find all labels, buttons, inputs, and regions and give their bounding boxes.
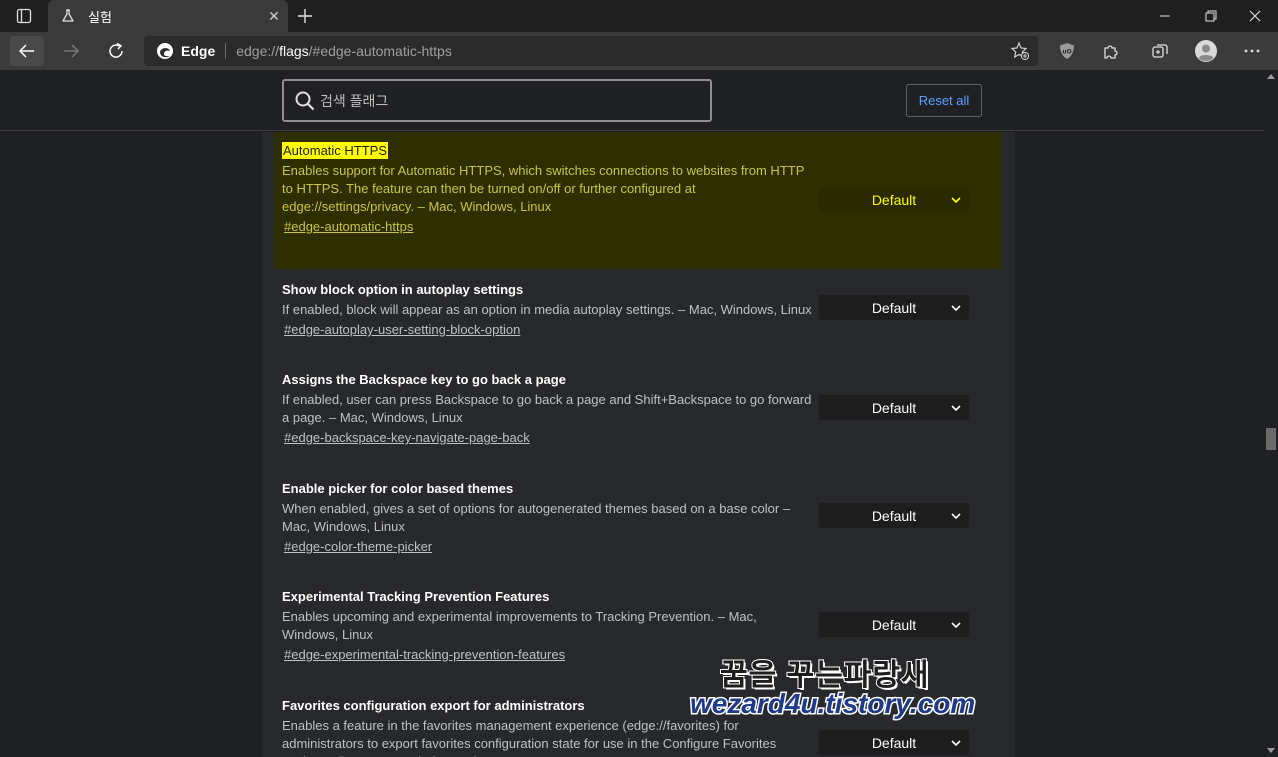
flag-item-backspace-nav: Assigns the Backspace key to go back a p… — [274, 361, 1002, 447]
settings-menu-button[interactable] — [1235, 36, 1269, 66]
chevron-down-icon — [951, 405, 961, 412]
flag-state-select[interactable]: Default — [819, 187, 969, 212]
flag-description: Enables upcoming and experimental improv… — [282, 609, 757, 642]
flag-name: Enable picker for color based themes — [282, 481, 514, 496]
scroll-up-arrow-icon[interactable] — [1267, 74, 1275, 79]
flag-anchor-link[interactable]: #edge-backspace-key-navigate-page-back — [284, 430, 530, 445]
flag-anchor-link[interactable]: #edge-automatic-https — [284, 219, 413, 234]
flag-state-select[interactable]: Default — [819, 612, 969, 637]
flag-state-select[interactable]: Default — [819, 730, 969, 755]
tab-actions-button[interactable] — [0, 0, 48, 32]
scroll-down-arrow-icon[interactable] — [1267, 748, 1275, 753]
flag-name: Automatic HTTPS — [282, 142, 389, 159]
flag-state-value: Default — [871, 299, 917, 316]
flags-search-header: Reset all — [0, 70, 1264, 131]
chevron-down-icon — [951, 305, 961, 312]
chevron-down-icon — [951, 513, 961, 520]
flag-name: Favorites configuration export for admin… — [282, 698, 585, 713]
flag-item-color-theme-picker: Enable picker for color based themes Whe… — [274, 470, 1002, 556]
search-icon — [295, 91, 315, 110]
back-button[interactable] — [10, 36, 44, 66]
flag-description: When enabled, gives a set of options for… — [282, 501, 791, 534]
flag-state-select[interactable]: Default — [819, 295, 969, 320]
tab-actions-icon — [16, 8, 32, 24]
flag-item-autoplay-block: Show block option in autoplay settings I… — [274, 271, 1002, 339]
forward-button[interactable] — [54, 36, 88, 66]
edge-logo-icon — [157, 43, 173, 59]
restore-button[interactable] — [1188, 0, 1234, 32]
shield-icon: uO — [1060, 43, 1074, 59]
flags-page: Reset all Automatic HTTPS Enables suppor… — [0, 70, 1264, 757]
flag-name: Show block option in autoplay settings — [282, 282, 524, 297]
refresh-icon — [109, 42, 123, 58]
chevron-down-icon — [951, 197, 961, 204]
flag-anchor-link[interactable]: #edge-color-theme-picker — [284, 539, 432, 554]
flag-state-value: Default — [871, 399, 917, 416]
watermark: 꿈을 꾸는파랑새 wezard4u.tistory.com — [688, 650, 976, 730]
flag-state-value: Default — [871, 507, 917, 524]
address-separator — [225, 43, 227, 59]
collections-button[interactable] — [1143, 36, 1177, 66]
tab-bar: 실험 ✕ — [0, 0, 1278, 32]
minimize-icon — [1160, 15, 1170, 17]
plus-icon — [298, 9, 312, 23]
collections-icon — [1152, 44, 1168, 58]
minimize-button[interactable] — [1142, 0, 1188, 32]
restore-icon — [1205, 10, 1217, 22]
flag-item-automatic-https: Automatic HTTPS Enables support for Auto… — [274, 132, 1002, 269]
arrow-right-icon — [64, 44, 80, 58]
chevron-down-icon — [951, 622, 961, 629]
flag-description: Enables support for Automatic HTTPS, whi… — [282, 163, 805, 214]
watermark-site-text: wezard4u.tistory.com — [688, 687, 976, 721]
close-tab-icon[interactable]: ✕ — [260, 2, 288, 30]
profile-button[interactable] — [1189, 36, 1223, 66]
flag-name: Assigns the Backspace key to go back a p… — [282, 372, 566, 387]
url-prefix: edge:// — [236, 43, 280, 59]
flag-state-value: Default — [871, 734, 917, 751]
scrollbar-thumb[interactable] — [1266, 428, 1276, 450]
url-host: flags — [279, 43, 309, 59]
flag-description: If enabled, block will appear as an opti… — [282, 302, 812, 317]
flag-name: Experimental Tracking Prevention Feature… — [282, 589, 550, 604]
flag-state-select[interactable]: Default — [819, 395, 969, 420]
reload-button[interactable] — [99, 36, 133, 66]
chevron-down-icon — [951, 740, 961, 747]
close-window-button[interactable] — [1232, 0, 1278, 32]
tab-experiments[interactable]: 실험 ✕ — [48, 0, 288, 32]
arrow-left-icon — [18, 44, 34, 58]
address-bar[interactable]: Edge edge://flags/#edge-automatic-https — [144, 36, 1038, 66]
new-tab-button[interactable] — [290, 2, 320, 30]
extensions-button[interactable] — [1094, 36, 1128, 66]
flag-anchor-link[interactable]: #edge-autoplay-user-setting-block-option — [284, 322, 520, 337]
flag-state-value: Default — [871, 616, 917, 633]
ublock-extension-button[interactable]: uO — [1050, 36, 1084, 66]
tab-title: 실험 — [88, 9, 112, 25]
url-path: /#edge-automatic-https — [308, 43, 452, 59]
puzzle-icon — [1104, 45, 1118, 59]
reset-all-button[interactable]: Reset all — [906, 84, 982, 117]
flag-description: If enabled, user can press Backspace to … — [282, 392, 812, 425]
flags-search-box[interactable] — [282, 79, 712, 122]
svg-text:uO: uO — [1062, 49, 1071, 56]
edge-brand-label: Edge — [181, 43, 216, 59]
toolbar: Edge edge://flags/#edge-automatic-https … — [0, 32, 1278, 70]
close-window-icon — [1249, 10, 1261, 22]
more-icon — [1244, 49, 1260, 53]
add-favorite-icon[interactable] — [1010, 41, 1030, 61]
url-text[interactable]: edge://flags/#edge-automatic-https — [236, 43, 452, 59]
flag-state-select[interactable]: Default — [819, 503, 969, 528]
flag-state-value: Default — [871, 191, 917, 208]
avatar-icon — [1195, 40, 1217, 62]
flags-search-input[interactable] — [320, 92, 680, 109]
page-scrollbar[interactable] — [1264, 70, 1278, 757]
flag-anchor-link[interactable]: #edge-experimental-tracking-prevention-f… — [284, 647, 565, 662]
flask-icon — [60, 8, 76, 24]
